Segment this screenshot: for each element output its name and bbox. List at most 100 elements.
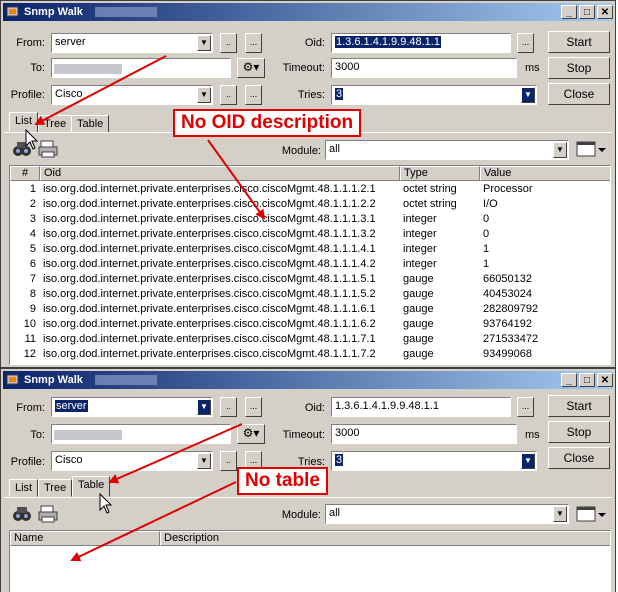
columns-icon[interactable] [575, 503, 607, 525]
columns-icon[interactable] [575, 138, 607, 160]
maximize-icon[interactable]: □ [579, 373, 595, 387]
from-select[interactable]: server ▼ [51, 397, 213, 417]
from-ellipsis-button[interactable]: ... [245, 397, 262, 417]
chevron-down-icon[interactable]: ▼ [553, 142, 567, 158]
redacted-host [95, 7, 157, 17]
tab-table[interactable]: Table [72, 476, 111, 497]
from-ellipsis-button[interactable]: ... [245, 33, 262, 53]
tab-tree[interactable]: Tree [38, 479, 73, 497]
column-header-num[interactable]: # [10, 166, 40, 181]
close-button[interactable]: Close [548, 447, 610, 469]
table-row[interactable]: 12 iso.org.dod.internet.private.enterpris… [10, 347, 610, 362]
title-bar[interactable]: Snmp Walk _ □ ✕ [3, 3, 613, 21]
profile-dot-button[interactable]: .. [220, 85, 237, 105]
timeout-label: Timeout: [282, 429, 325, 441]
from-select[interactable]: server ▼ [51, 33, 213, 53]
oid-field[interactable]: 1.3.6.1.4.1.9.9.48.1.1 [331, 397, 511, 417]
column-header-description[interactable]: Description [160, 531, 610, 546]
chevron-down-icon[interactable]: ▼ [197, 35, 211, 51]
table-row[interactable]: 1 iso.org.dod.internet.private.enterprise… [10, 182, 610, 197]
cell-oid: iso.org.dod.internet.private.enterprises… [43, 243, 376, 255]
close-button[interactable]: Close [548, 83, 610, 105]
print-icon[interactable] [37, 503, 59, 525]
window-icon [6, 374, 19, 385]
table-row[interactable]: 2 iso.org.dod.internet.private.enterprise… [10, 197, 610, 212]
table-view: Name Description [9, 530, 611, 592]
cell-value: 0 [483, 213, 490, 225]
column-header-type[interactable]: Type [400, 166, 480, 181]
chevron-down-icon[interactable]: ▼ [521, 453, 535, 469]
timeout-field[interactable]: 3000 [331, 424, 517, 444]
profile-select[interactable]: Cisco ▼ [51, 451, 213, 471]
cell-oid: iso.org.dod.internet.private.enterprises… [43, 183, 376, 195]
profile-select[interactable]: Cisco ▼ [51, 85, 213, 105]
stop-button[interactable]: Stop [548, 57, 610, 79]
column-header-value[interactable]: Value [480, 166, 610, 181]
minimize-icon[interactable]: _ [561, 373, 577, 387]
tab-list[interactable]: List [9, 112, 39, 133]
profile-settings-icon[interactable]: ⚙▾ [237, 58, 265, 78]
profile-ellipsis-button[interactable]: ... [245, 85, 262, 105]
stop-button[interactable]: Stop [548, 421, 610, 443]
tab-tree[interactable]: Tree [38, 115, 73, 133]
redacted-host [95, 375, 157, 385]
tries-select[interactable]: 3 ▼ [331, 85, 537, 105]
table-row[interactable]: 8 iso.org.dod.internet.private.enterprise… [10, 287, 610, 302]
cell-n: 10 [23, 318, 36, 330]
start-button[interactable]: Start [548, 395, 610, 417]
cell-n: 7 [29, 273, 36, 285]
close-icon[interactable]: ✕ [597, 373, 613, 387]
from-label: From: [16, 402, 45, 414]
snmp-walk-window-table: Snmp Walk _ □ ✕ From: server ▼ .. ... To:… [0, 368, 616, 592]
tries-select[interactable]: 3 ▼ [331, 451, 537, 471]
tries-label: Tries: [297, 89, 325, 101]
table-row[interactable]: 6 iso.org.dod.internet.private.enterprise… [10, 257, 610, 272]
cell-value: 40453024 [483, 288, 532, 300]
module-select[interactable]: all ▼ [325, 140, 569, 160]
profile-settings-icon[interactable]: ⚙▾ [237, 424, 265, 444]
annotation-no-oid-description: No OID description [173, 109, 362, 137]
table-row[interactable]: 9 iso.org.dod.internet.private.enterprise… [10, 302, 610, 317]
minimize-icon[interactable]: _ [561, 5, 577, 19]
tab-table[interactable]: Table [71, 115, 110, 133]
redacted-address [54, 430, 122, 440]
oid-ellipsis-button[interactable]: ... [517, 397, 534, 417]
column-header-name[interactable]: Name [10, 531, 160, 546]
table-row[interactable]: 10 iso.org.dod.internet.private.enterpris… [10, 317, 610, 332]
timeout-field[interactable]: 3000 [331, 58, 517, 78]
find-icon[interactable] [11, 503, 33, 525]
to-field[interactable] [51, 58, 231, 78]
table-row[interactable]: 4 iso.org.dod.internet.private.enterprise… [10, 227, 610, 242]
start-button[interactable]: Start [548, 31, 610, 53]
profile-dot-button[interactable]: .. [220, 451, 237, 471]
oid-ellipsis-button[interactable]: ... [517, 33, 534, 53]
to-field[interactable] [51, 424, 231, 444]
from-dot-button[interactable]: .. [220, 33, 237, 53]
table-row[interactable]: 7 iso.org.dod.internet.private.enterprise… [10, 272, 610, 287]
cell-n: 5 [29, 243, 36, 255]
chevron-down-icon[interactable]: ▼ [197, 453, 211, 469]
chevron-down-icon[interactable]: ▼ [553, 506, 567, 522]
close-icon[interactable]: ✕ [597, 5, 613, 19]
oid-field[interactable]: 1.3.6.1.4.1.9.9.48.1.1 [331, 33, 511, 53]
cell-oid: iso.org.dod.internet.private.enterprises… [43, 318, 376, 330]
module-select[interactable]: all ▼ [325, 504, 569, 524]
chevron-down-icon[interactable]: ▼ [521, 87, 535, 103]
cell-type: octet string [403, 198, 457, 210]
chevron-down-icon[interactable]: ▼ [197, 399, 211, 415]
table-row[interactable]: 3 iso.org.dod.internet.private.enterprise… [10, 212, 610, 227]
cell-n: 8 [29, 288, 36, 300]
tab-list[interactable]: List [9, 479, 39, 497]
timeout-label: Timeout: [282, 62, 325, 74]
from-dot-button[interactable]: .. [220, 397, 237, 417]
maximize-icon[interactable]: □ [579, 5, 595, 19]
chevron-down-icon[interactable]: ▼ [197, 87, 211, 103]
column-header-oid[interactable]: Oid [40, 166, 400, 181]
table-row[interactable]: 5 iso.org.dod.internet.private.enterprise… [10, 242, 610, 257]
table-row[interactable]: 11 iso.org.dod.internet.private.enterpris… [10, 332, 610, 347]
title-bar[interactable]: Snmp Walk _ □ ✕ [3, 371, 613, 389]
print-icon[interactable] [37, 138, 59, 160]
cell-value: I/O [483, 198, 498, 210]
find-icon[interactable] [11, 138, 33, 160]
cell-value: Processor [483, 183, 533, 195]
